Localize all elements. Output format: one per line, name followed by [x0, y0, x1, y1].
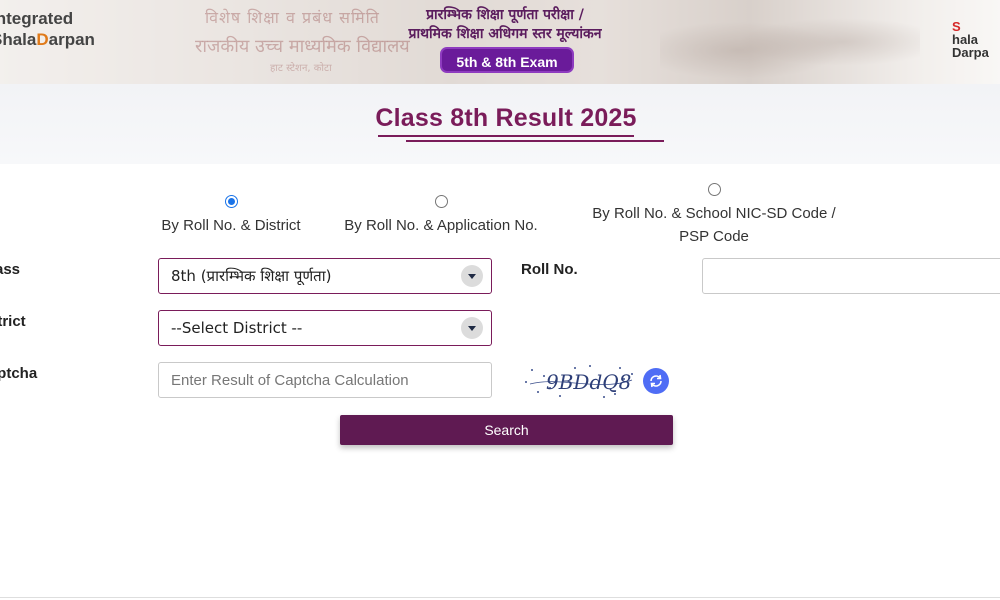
radio-roll-application[interactable]: By Roll No. & Application No.	[335, 195, 547, 237]
class-select[interactable]: 8th (प्रारम्भिक शिक्षा पूर्णता)	[158, 258, 492, 294]
divider	[0, 597, 1000, 598]
roll-no-label: Roll No.	[521, 261, 578, 278]
roll-no-input[interactable]	[702, 258, 1000, 294]
header-banner: विशेष शिक्षा व प्रबंध समिति राजकीय उच्च …	[0, 0, 1000, 84]
radio-button[interactable]	[434, 195, 448, 208]
captcha-text: 9BDdQ8	[546, 370, 631, 394]
chevron-down-icon	[461, 265, 483, 287]
title-underline	[378, 135, 634, 137]
refresh-icon	[650, 374, 662, 388]
district-label: District	[0, 313, 26, 330]
banner-bg-text: हाट स्टेशन, कोटा	[270, 63, 332, 74]
captcha-input[interactable]	[158, 362, 492, 398]
chevron-down-icon	[461, 317, 483, 339]
exam-heading-line1: प्रारम्भिक शिक्षा पूर्णता परीक्षा /	[426, 7, 584, 23]
exam-badge: 5th & 8th Exam	[440, 47, 574, 73]
page-title: Class 8th Result 2025	[375, 104, 637, 132]
integrated-shaladarpan-logo[interactable]: Integrated ShalaDarpan	[0, 8, 95, 50]
refresh-captcha-button[interactable]	[643, 368, 669, 394]
class-label: Class	[0, 261, 21, 278]
exam-heading: प्रारम्भिक शिक्षा पूर्णता परीक्षा / प्रा…	[375, 6, 635, 44]
title-underline	[406, 140, 664, 142]
captcha-image: 9BDdQ8	[520, 362, 638, 400]
captcha-label: Captcha	[0, 365, 38, 382]
radio-button[interactable]	[707, 183, 721, 196]
search-button[interactable]: Search	[340, 415, 673, 445]
exam-heading-line2: प्राथमिक शिक्षा अधिगम स्तर मूल्यांकन	[408, 26, 602, 42]
banner-bg-text: विशेष शिक्षा व प्रबंध समिति	[205, 8, 380, 27]
radio-roll-district[interactable]: By Roll No. & District	[150, 195, 312, 237]
radio-roll-school-code[interactable]: By Roll No. & School NIC-SD Code / PSP C…	[580, 183, 848, 248]
radio-button[interactable]	[224, 195, 238, 208]
shaladarpan-logo[interactable]: Shala Darpa	[952, 20, 989, 59]
district-select[interactable]: --Select District --	[158, 310, 492, 346]
